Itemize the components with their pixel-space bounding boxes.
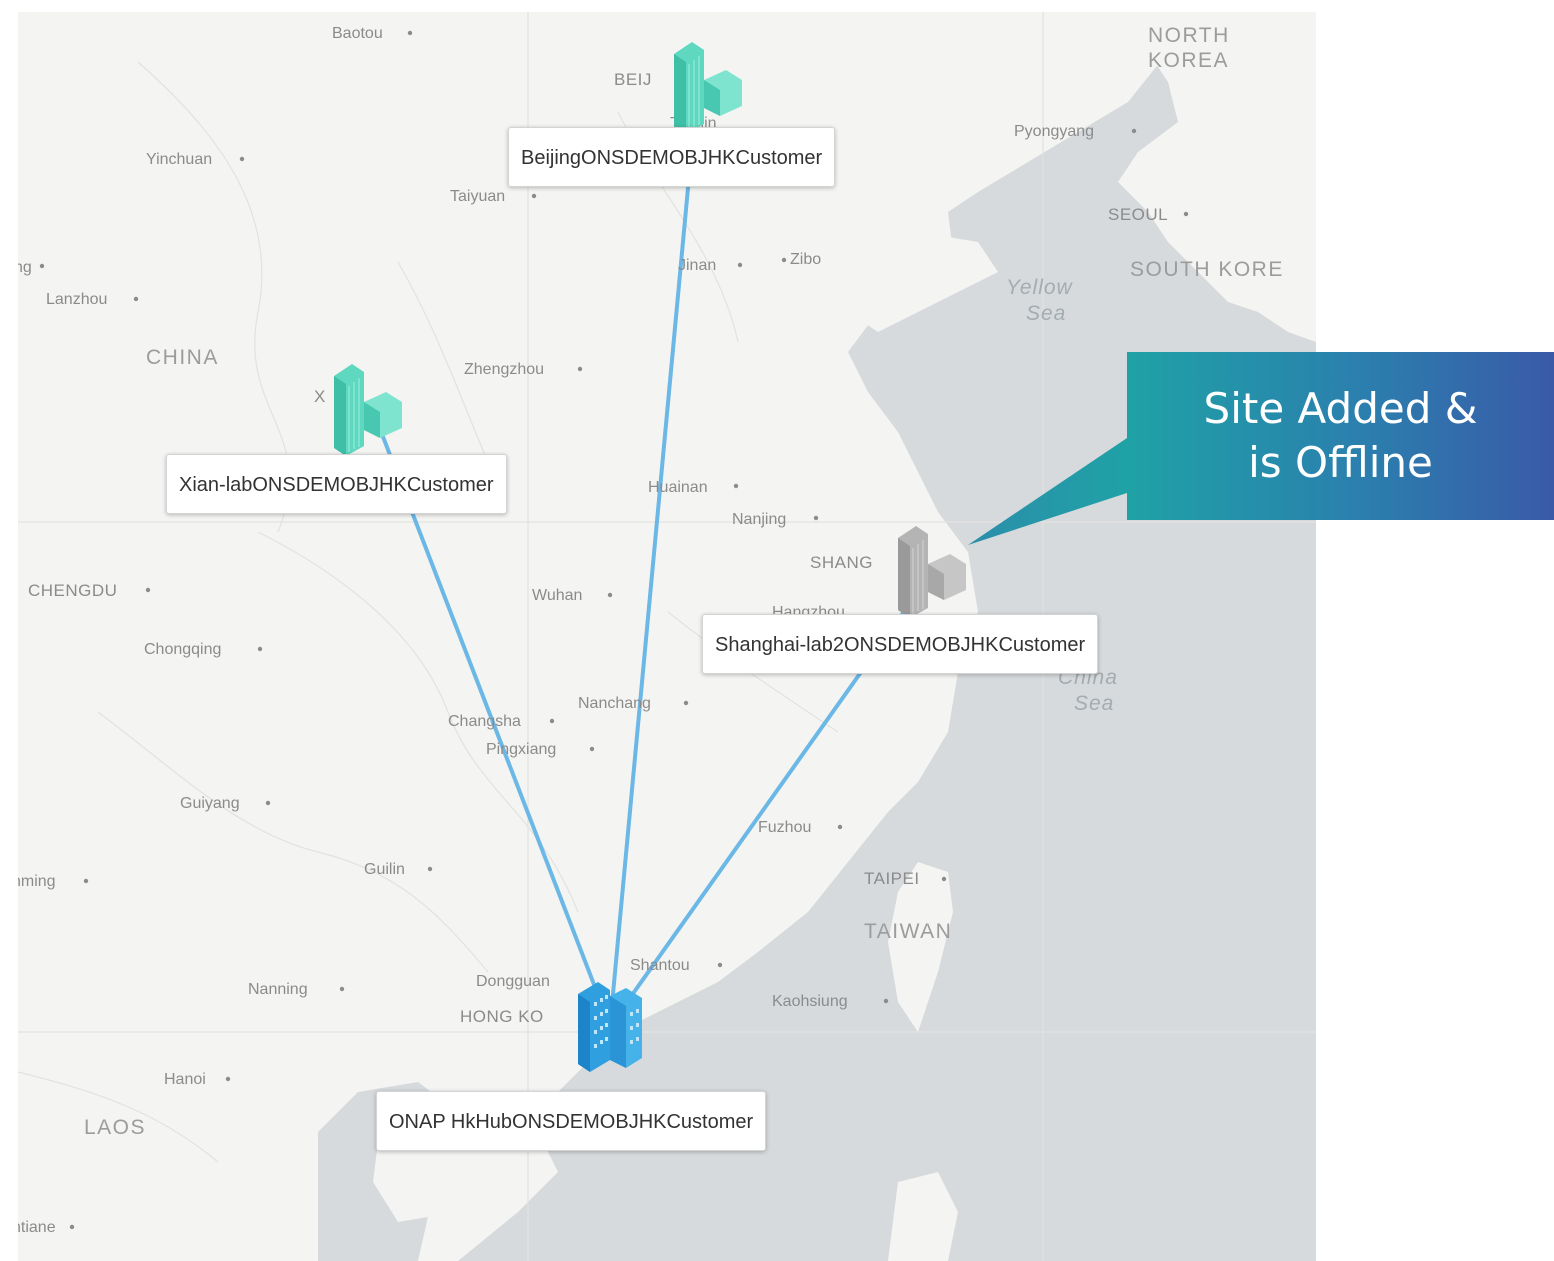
place-label-zibo: Zibo [790, 251, 821, 268]
place-label-east-china-sea-2: Sea [1074, 692, 1114, 715]
place-label-changsha: Changsha [448, 713, 521, 730]
place-label-laos: LAOS [84, 1116, 146, 1139]
place-label-xian: X [314, 387, 326, 406]
place-label-nanchang: Nanchang [578, 695, 651, 712]
place-label-south-korea: SOUTH KORE [1130, 258, 1284, 281]
site-label-beijing[interactable]: BeijingONSDEMOBJHKCustomer [508, 127, 836, 187]
place-label-pingxiang: Pingxiang [486, 741, 556, 758]
site-building-xian[interactable] [334, 364, 402, 456]
place-label-beijing: BEIJ [614, 70, 652, 89]
link-hkhub-beijing[interactable] [608, 100, 698, 1028]
site-building-hkhub[interactable] [578, 982, 642, 1072]
place-label-yellow-sea-2: Sea [1026, 302, 1066, 325]
place-label-hongkong: HONG KO [460, 1007, 544, 1026]
place-label-kunming: nming [18, 873, 56, 890]
place-label-vientiane: ntiane [18, 1219, 56, 1236]
place-label-yinchuan: Yinchuan [146, 151, 212, 168]
place-label-north-korea-1: NORTH [1148, 24, 1230, 47]
place-label-lanzhou: Lanzhou [46, 291, 107, 308]
place-label-taipei: TAIPEI [864, 869, 920, 888]
building-icon [334, 364, 402, 456]
place-label-china: CHINA [146, 346, 219, 369]
place-label-zhengzhou: Zhengzhou [464, 361, 544, 378]
place-label-chengdu: CHENGDU [28, 581, 117, 600]
place-label-dongguan: Dongguan [476, 973, 550, 990]
place-label-guiyang: Guiyang [180, 795, 240, 812]
building-icon [898, 526, 966, 618]
place-label-north-korea-2: KOREA [1148, 49, 1229, 72]
callout-line-2: is Offline [1248, 438, 1433, 487]
place-label-kaohsiung: Kaohsiung [772, 993, 848, 1010]
place-label-baotou: Baotou [332, 25, 383, 42]
place-label-hanoi: Hanoi [164, 1071, 206, 1088]
site-label-hkhub[interactable]: ONAP HkHubONSDEMOBJHKCustomer [376, 1091, 767, 1151]
callout-line-1: Site Added & [1203, 384, 1478, 433]
offline-callout: Site Added & is Offline [1127, 352, 1554, 520]
place-label-shanghai: SHANG [810, 553, 873, 572]
place-label-pyongyang: Pyongyang [1014, 123, 1094, 140]
place-label-wuhan: Wuhan [532, 587, 582, 604]
site-label-shanghai[interactable]: Shanghai-lab2ONSDEMOBJHKCustomer [702, 614, 1099, 674]
place-label-taiwan: TAIWAN [864, 920, 952, 943]
map-svg: Baotou BEIJ Tianjin Yinchuan Taiyuan Jin… [18, 12, 1316, 1261]
place-label-shantou: Shantou [630, 957, 690, 974]
place-label-nanjing: Nanjing [732, 511, 786, 528]
place-label-huainan: Huainan [648, 479, 708, 496]
building-icon [578, 982, 642, 1072]
place-label-xining: ng [18, 259, 32, 276]
place-label-guilin: Guilin [364, 861, 405, 878]
place-label-yellow-sea-1: Yellow [1006, 276, 1074, 299]
place-label-nanning: Nanning [248, 981, 308, 998]
site-label-xian[interactable]: Xian-labONSDEMOBJHKCustomer [166, 454, 507, 514]
place-label-fuzhou: Fuzhou [758, 819, 811, 836]
place-label-chongqing: Chongqing [144, 641, 221, 658]
place-label-taiyuan: Taiyuan [450, 188, 505, 205]
place-label-seoul: SEOUL [1108, 205, 1168, 224]
place-label-jinan: Jinan [678, 257, 716, 274]
site-building-shanghai[interactable] [898, 526, 966, 618]
map-canvas[interactable]: Baotou BEIJ Tianjin Yinchuan Taiyuan Jin… [18, 12, 1316, 1261]
